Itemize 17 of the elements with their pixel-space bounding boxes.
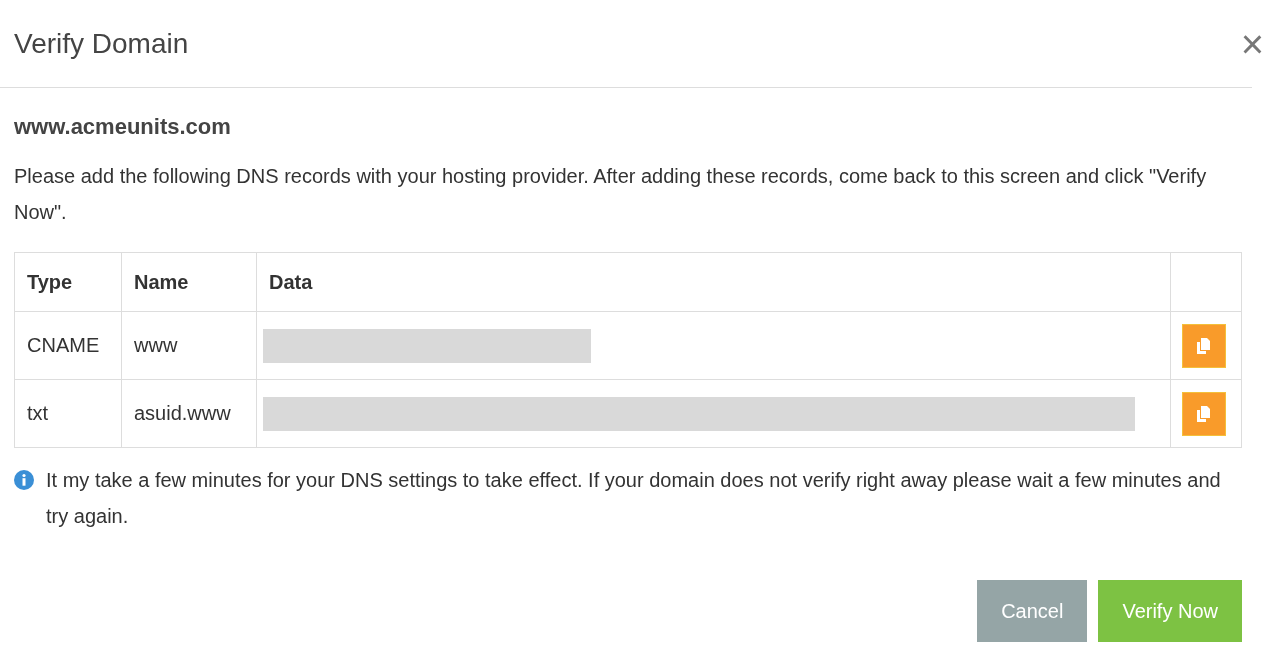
note-text: It my take a few minutes for your DNS settings to take effect. If your domain does not verify right away please wait a few minutes and try again. bbox=[46, 468, 1222, 529]
column-header: Data bbox=[269, 270, 313, 293]
table-cell: txt bbox=[27, 402, 49, 424]
table-cell: www bbox=[134, 334, 178, 356]
copy-button[interactable] bbox=[1182, 323, 1226, 368]
info-icon bbox=[14, 470, 34, 490]
dialog-title: Verify Domain bbox=[14, 27, 189, 60]
column-header: Name bbox=[134, 270, 189, 293]
table-cell: asuid.www bbox=[134, 402, 231, 424]
column-header: Type bbox=[27, 270, 73, 293]
cancel-button[interactable]: Cancel bbox=[977, 580, 1088, 642]
copy-button[interactable] bbox=[1182, 391, 1226, 436]
instructions-text: Please add the following DNS records with your hosting provider. After adding these records, come back to this screen and click "Verify Now". bbox=[14, 164, 1208, 225]
table-cell: CNAME bbox=[27, 334, 100, 356]
verify-button[interactable]: Verify Now bbox=[1098, 580, 1242, 642]
domain-heading: www.acmeunits.com bbox=[14, 114, 232, 140]
close-button[interactable]: × bbox=[1240, 23, 1264, 64]
